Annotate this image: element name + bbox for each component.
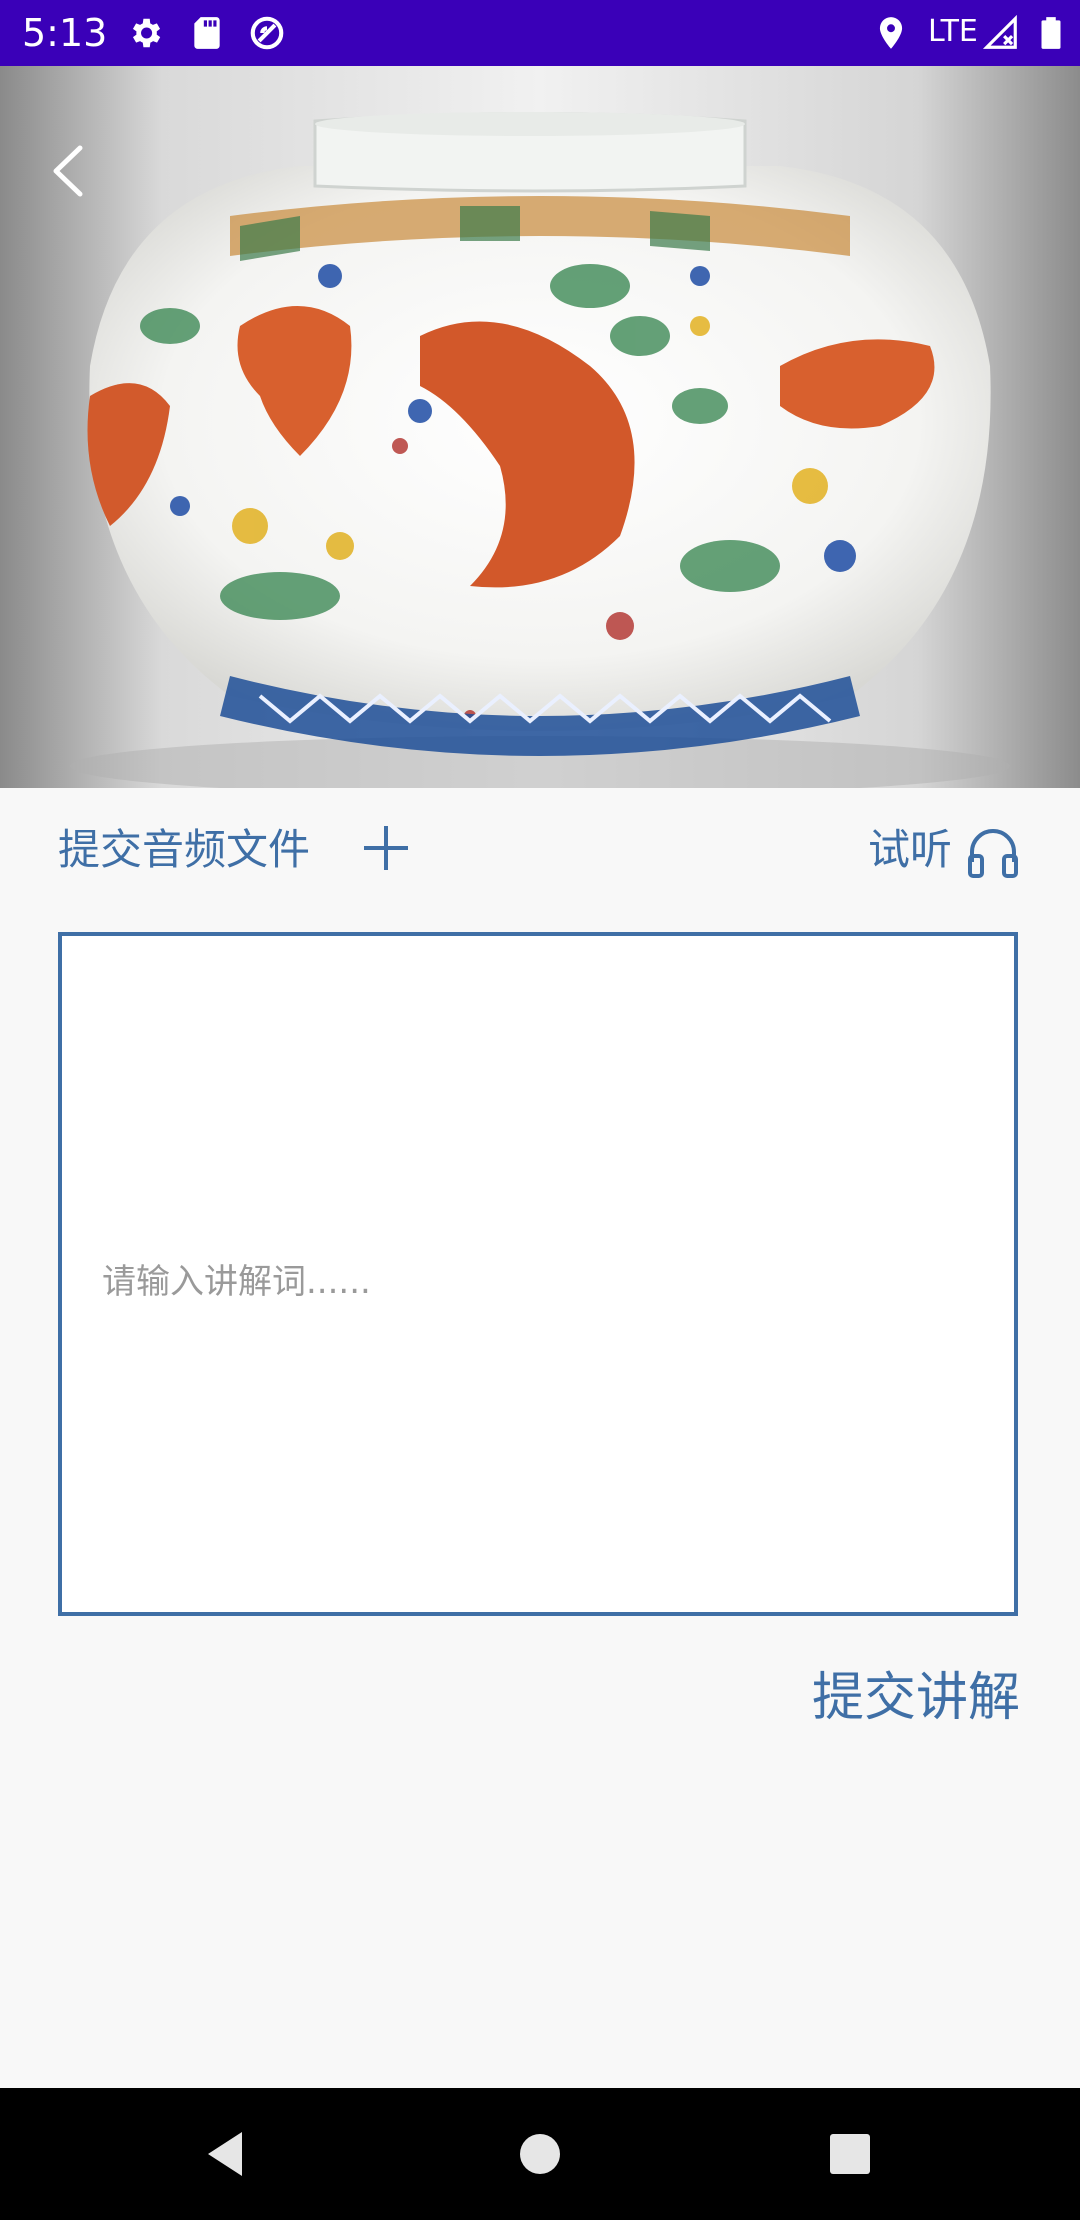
upload-audio-button[interactable]: 提交音频文件: [58, 822, 310, 878]
hero-image: [0, 66, 1080, 788]
headphones-icon[interactable]: [964, 822, 1022, 880]
gear-icon: [132, 18, 161, 48]
preview-button[interactable]: 试听: [868, 822, 952, 878]
nav-recents-icon[interactable]: [822, 2126, 878, 2182]
status-time: 5:13: [22, 11, 108, 55]
nav-home-icon[interactable]: [512, 2126, 568, 2182]
sd-card-icon: [194, 17, 220, 49]
navigation-bar: [0, 2088, 1080, 2220]
action-row: 提交音频文件 试听: [0, 800, 1080, 900]
narration-box: [58, 932, 1018, 1616]
nav-back-icon[interactable]: [200, 2126, 256, 2182]
network-type: LTE: [928, 14, 978, 49]
signal-icon: [982, 14, 1017, 49]
plus-icon[interactable]: [360, 822, 412, 874]
vpn-icon: [250, 16, 284, 50]
narration-input[interactable]: [62, 936, 1014, 1612]
location-icon: [879, 17, 903, 49]
battery-icon: [1041, 17, 1061, 49]
submit-narration-button[interactable]: 提交讲解: [780, 1660, 1020, 1736]
back-button[interactable]: [40, 136, 100, 206]
porcelain-jar-image: [70, 112, 1010, 788]
status-bar: 5:13 LTE: [0, 0, 1080, 66]
